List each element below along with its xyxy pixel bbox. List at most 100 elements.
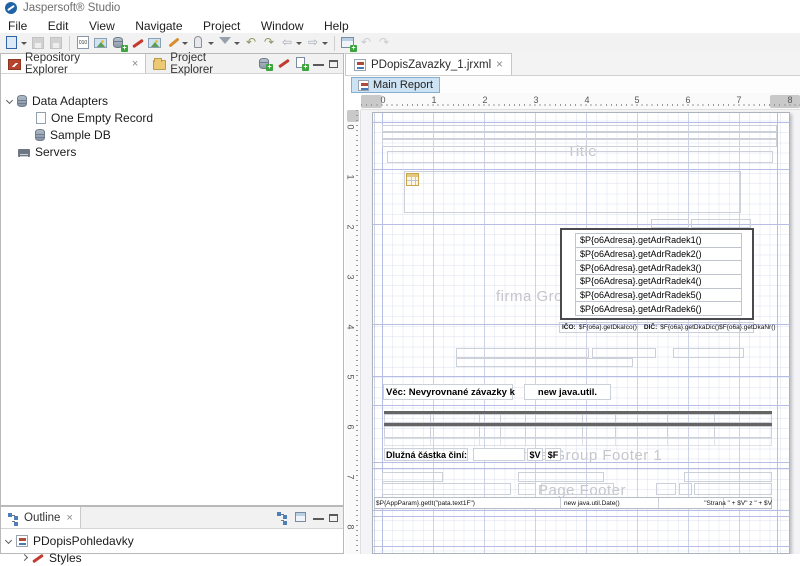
save-all-icon[interactable]	[48, 35, 64, 51]
report-element[interactable]	[651, 219, 689, 228]
field-tool-icon[interactable]	[191, 35, 207, 51]
footer-page-field[interactable]: "Strana " + $V" z " + $V	[704, 500, 772, 507]
add-data-adapter-icon[interactable]: +	[259, 57, 272, 70]
report-element[interactable]	[473, 448, 525, 461]
back-icon[interactable]: ⇦	[279, 35, 295, 51]
horizontal-ruler[interactable]: 0 1 2 3 4 5 6 7 8	[361, 93, 800, 110]
menu-navigate[interactable]: Navigate	[127, 18, 190, 34]
redo-icon[interactable]: ↷	[261, 35, 277, 51]
address-line-field[interactable]: $P{o6Adresa}.getAdrRadek4()	[575, 274, 742, 289]
binary-datasource-icon[interactable]: 010	[75, 35, 91, 51]
amount-variable-field[interactable]: $V	[527, 448, 543, 461]
report-element[interactable]	[382, 139, 777, 147]
address-line-field[interactable]: $P{o6Adresa}.getAdrRadek2()	[575, 247, 742, 262]
tree-item-styles[interactable]: Styles	[22, 549, 82, 566]
back-dropdown-icon[interactable]	[296, 42, 302, 45]
minimize-panel-icon[interactable]	[313, 518, 324, 521]
menu-window[interactable]: Window	[253, 18, 312, 34]
tree-item-sample-db[interactable]: Sample DB	[35, 126, 111, 143]
chevron-right-icon[interactable]	[21, 554, 28, 561]
edit-style-icon[interactable]	[129, 35, 145, 51]
report-element[interactable]	[691, 219, 751, 228]
forward-dropdown-icon[interactable]	[322, 42, 328, 45]
tree-item-report-root[interactable]: PDopisPohledavky	[6, 532, 134, 549]
footer-left-field[interactable]: $P{AppParam}.getIt("pata.text1F")	[376, 500, 475, 507]
tree-item-data-adapters[interactable]: Data Adapters	[7, 92, 108, 109]
report-element[interactable]	[592, 348, 656, 358]
report-element[interactable]	[456, 348, 589, 358]
vertical-ruler[interactable]: 0 1 2 3 4 5 6 7 8	[345, 110, 361, 554]
report-element[interactable]	[456, 358, 633, 367]
link-wizard-icon[interactable]	[277, 57, 290, 70]
menu-help[interactable]: Help	[316, 18, 357, 34]
report-element[interactable]	[518, 472, 604, 482]
maximize-panel-icon[interactable]	[329, 514, 338, 522]
compile-dropdown-icon[interactable]	[182, 42, 188, 45]
new-file-icon[interactable]: +	[295, 57, 308, 70]
report-element[interactable]	[382, 472, 443, 482]
dic-value-field[interactable]: $F{o6a}.getDkaDic()	[660, 324, 719, 331]
report-element[interactable]	[382, 483, 511, 495]
close-tab-icon[interactable]: ×	[66, 512, 72, 524]
footer-text-row[interactable]: $P{AppParam}.getIt("pata.text1F") new ja…	[374, 497, 772, 509]
image-element-icon[interactable]	[147, 35, 163, 51]
tab-jrxml-editor[interactable]: PDopisZavazky_1.jrxml ×	[345, 53, 512, 75]
tab-main-report[interactable]: Main Report	[351, 77, 440, 93]
report-element[interactable]	[673, 348, 744, 358]
menu-edit[interactable]: Edit	[40, 18, 77, 34]
package-view-icon[interactable]	[295, 511, 308, 524]
chevron-down-icon[interactable]	[5, 537, 12, 544]
ico-dic-row[interactable]: IČO: $F{o6a}.getDkaIco() DIČ: $F{o6a}.ge…	[559, 322, 754, 333]
close-tab-icon[interactable]: ×	[132, 58, 138, 70]
amount-label-element[interactable]: Dlužná částka činí:	[384, 448, 468, 461]
address-line-field[interactable]: $P{o6Adresa}.getAdrRadek5()	[575, 288, 742, 303]
report-page[interactable]: Title firma Group Header 1 $P{o6Adresa}.…	[372, 112, 790, 554]
minimize-panel-icon[interactable]	[313, 64, 324, 67]
chevron-down-icon[interactable]	[6, 97, 13, 104]
open-new-window-icon[interactable]: +	[340, 35, 356, 51]
new-data-adapter-icon[interactable]: +	[111, 35, 127, 51]
undo-icon[interactable]: ↶	[243, 35, 259, 51]
forward-icon[interactable]: ⇨	[305, 35, 321, 51]
field-tool-dropdown-icon[interactable]	[208, 42, 214, 45]
address-line-field[interactable]: $P{o6Adresa}.getAdrRadek6()	[575, 301, 742, 316]
menu-project[interactable]: Project	[195, 18, 248, 34]
new-report-wizard-icon[interactable]	[4, 35, 20, 51]
maximize-panel-icon[interactable]	[329, 60, 338, 68]
report-element[interactable]	[656, 483, 676, 495]
report-element[interactable]	[382, 132, 777, 139]
menu-file[interactable]: File	[0, 18, 35, 34]
refresh-back-icon[interactable]: ↶	[358, 35, 374, 51]
filter-tool-dropdown-icon[interactable]	[234, 42, 240, 45]
close-editor-icon[interactable]: ×	[496, 59, 503, 71]
tree-item-servers[interactable]: Servers	[18, 143, 76, 160]
filter-tool-icon[interactable]	[217, 35, 233, 51]
tree-item-one-empty-record[interactable]: One Empty Record	[35, 109, 153, 126]
compile-report-icon[interactable]	[165, 35, 181, 51]
table-detail-row[interactable]	[384, 426, 772, 438]
address-lines-box[interactable]: $P{o6Adresa}.getAdrRadek1() $P{o6Adresa}…	[575, 234, 742, 316]
address-line-field[interactable]: $P{o6Adresa}.getAdrRadek1()	[575, 233, 742, 248]
table-detail-row[interactable]	[384, 438, 772, 446]
subject-label-element[interactable]: Věc: Nevyrovnané závazky k	[383, 384, 513, 400]
publish-report-icon[interactable]	[93, 35, 109, 51]
amount-field[interactable]: $F	[545, 448, 561, 461]
save-icon[interactable]	[30, 35, 46, 51]
tree-view-mode-icon[interactable]	[277, 511, 290, 524]
nr-value-field[interactable]: $F{o6a}.getDkaNr()	[719, 324, 775, 331]
refresh-forward-icon[interactable]: ↷	[376, 35, 392, 51]
address-line-field[interactable]: $P{o6Adresa}.getAdrRadek3()	[575, 260, 742, 275]
frame-element[interactable]	[404, 171, 741, 213]
menu-view[interactable]: View	[81, 18, 123, 34]
subject-value-field[interactable]: new java.util.	[524, 384, 611, 400]
report-element[interactable]	[694, 483, 772, 495]
report-element[interactable]	[679, 483, 692, 495]
design-canvas[interactable]: Title firma Group Header 1 $P{o6Adresa}.…	[361, 110, 800, 554]
footer-date-field[interactable]: new java.util.Date()	[564, 500, 620, 507]
report-element[interactable]	[387, 151, 773, 163]
report-element[interactable]	[684, 472, 772, 482]
report-element[interactable]	[518, 483, 536, 495]
new-report-dropdown-icon[interactable]	[21, 42, 27, 45]
tab-project-explorer[interactable]: Project Explorer	[146, 54, 259, 73]
ico-value-field[interactable]: $F{o6a}.getDkaIco()	[579, 324, 637, 331]
